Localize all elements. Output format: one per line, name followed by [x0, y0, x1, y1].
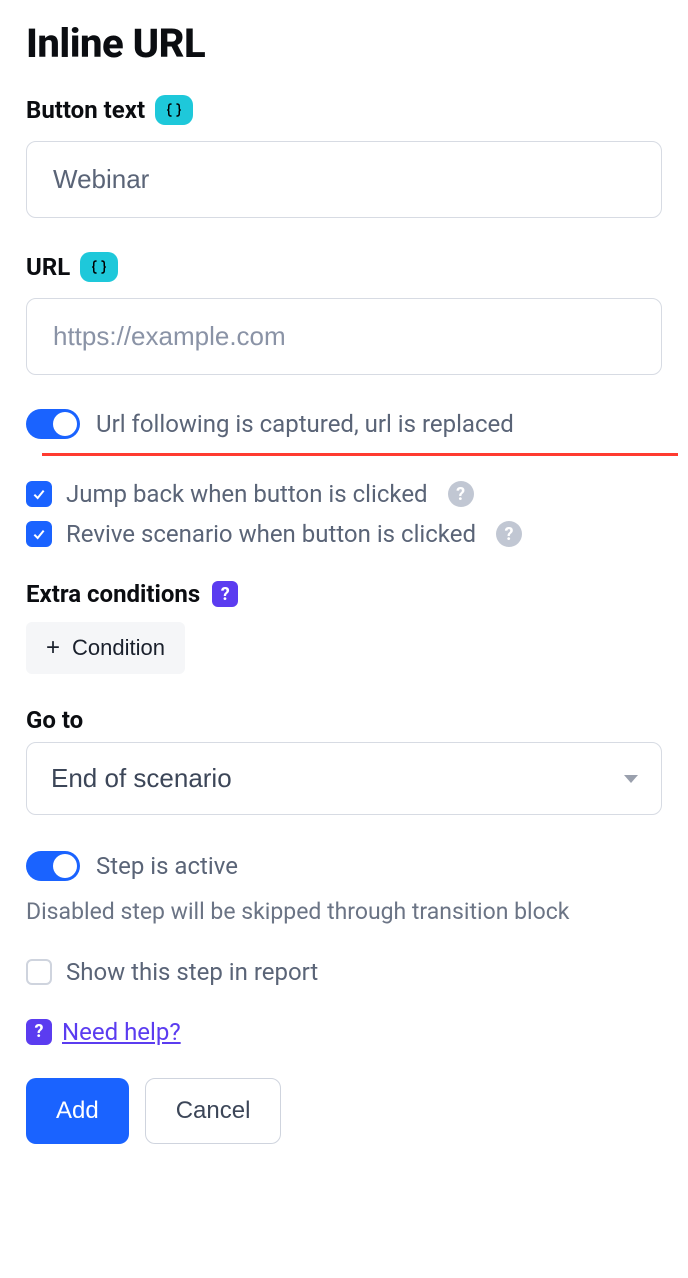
- help-icon[interactable]: ?: [212, 581, 238, 607]
- go-to-select-wrap: End of scenario: [26, 742, 662, 815]
- url-captured-toggle[interactable]: [26, 409, 80, 439]
- show-in-report-row: Show this step in report: [26, 958, 662, 986]
- help-icon[interactable]: ?: [448, 481, 474, 507]
- braces-icon[interactable]: [80, 252, 118, 282]
- help-icon[interactable]: ?: [26, 1019, 52, 1045]
- add-condition-label: Condition: [72, 635, 165, 661]
- highlight-underline: [42, 453, 678, 456]
- action-button-row: Add Cancel: [26, 1078, 662, 1144]
- plus-icon: +: [46, 634, 60, 662]
- help-icon[interactable]: ?: [496, 521, 522, 547]
- url-label-text: URL: [26, 253, 70, 281]
- jump-back-row: Jump back when button is clicked ?: [26, 480, 662, 508]
- extra-conditions-heading: Extra conditions ?: [26, 580, 662, 608]
- show-in-report-label: Show this step in report: [66, 958, 318, 986]
- page-title: Inline URL: [26, 20, 662, 67]
- braces-icon[interactable]: [155, 95, 193, 125]
- revive-label: Revive scenario when button is clicked: [66, 520, 476, 548]
- url-captured-row: Url following is captured, url is replac…: [26, 409, 662, 439]
- step-active-hint: Disabled step will be skipped through tr…: [26, 895, 662, 930]
- button-text-label-text: Button text: [26, 96, 145, 124]
- need-help-row: ? Need help?: [26, 1018, 662, 1046]
- step-active-row: Step is active: [26, 851, 662, 881]
- chevron-down-icon: [624, 775, 638, 783]
- url-input[interactable]: [26, 298, 662, 375]
- show-in-report-checkbox[interactable]: [26, 959, 52, 985]
- url-captured-label: Url following is captured, url is replac…: [96, 410, 514, 438]
- need-help-link[interactable]: Need help?: [62, 1018, 181, 1046]
- add-button[interactable]: Add: [26, 1078, 129, 1144]
- jump-back-label: Jump back when button is clicked: [66, 480, 428, 508]
- cancel-button[interactable]: Cancel: [145, 1078, 282, 1144]
- extra-conditions-text: Extra conditions: [26, 580, 200, 608]
- step-active-label: Step is active: [96, 852, 238, 880]
- button-text-input[interactable]: [26, 141, 662, 218]
- go-to-selected: End of scenario: [51, 763, 232, 793]
- url-label: URL: [26, 252, 662, 282]
- go-to-heading: Go to: [26, 706, 662, 734]
- revive-checkbox[interactable]: [26, 521, 52, 547]
- add-condition-button[interactable]: + Condition: [26, 622, 185, 674]
- go-to-select[interactable]: End of scenario: [26, 742, 662, 815]
- jump-back-checkbox[interactable]: [26, 481, 52, 507]
- step-active-toggle[interactable]: [26, 851, 80, 881]
- button-text-label: Button text: [26, 95, 662, 125]
- revive-row: Revive scenario when button is clicked ?: [26, 520, 662, 548]
